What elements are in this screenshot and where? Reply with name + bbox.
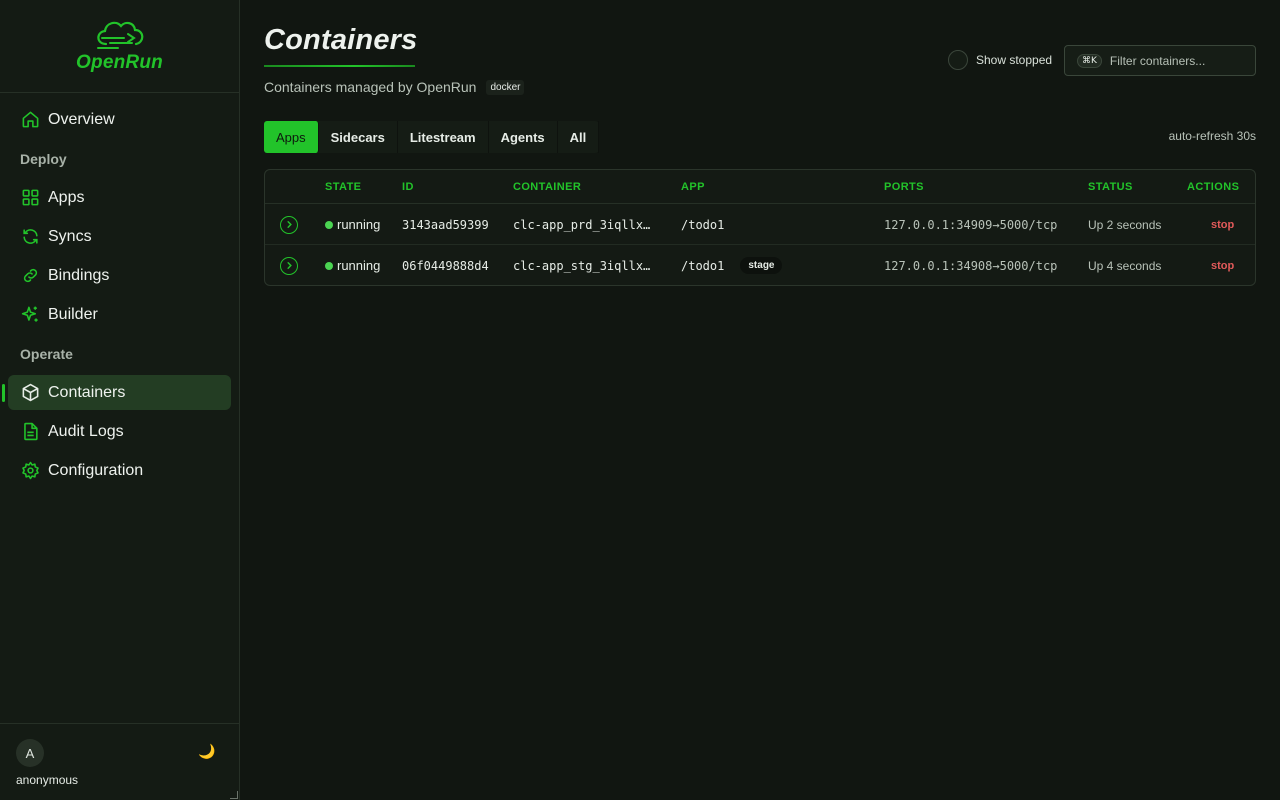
show-stopped-label: Show stopped (976, 53, 1053, 67)
tab-litestream[interactable]: Litestream (398, 121, 489, 153)
sidebar-nav: Overview Deploy Apps Syncs Bindings Buil (0, 93, 239, 488)
sidebar-item-label: Audit Logs (48, 422, 124, 440)
sparkle-icon (20, 305, 40, 325)
column-id: ID (402, 181, 414, 193)
home-icon (20, 110, 40, 130)
expand-row-button[interactable] (280, 245, 298, 285)
column-container: CONTAINER (513, 181, 582, 193)
section-deploy: Deploy (20, 150, 67, 167)
sidebar-item-audit-logs[interactable]: Audit Logs (8, 414, 231, 449)
section-operate: Operate (20, 345, 73, 362)
ports-cell: 127.0.0.1:34908→5000/tcp (884, 258, 1058, 273)
subtitle-text: Containers managed by OpenRun (264, 79, 477, 95)
column-app: APP (681, 181, 705, 193)
link-icon (20, 266, 40, 286)
sidebar-item-label: Containers (48, 383, 126, 401)
containers-table: STATE ID CONTAINER APP PORTS STATUS ACTI… (264, 169, 1256, 286)
state-cell: running (325, 204, 380, 245)
state-cell: running (325, 245, 381, 285)
filter-input[interactable] (1109, 53, 1250, 68)
gear-icon (20, 461, 40, 481)
show-stopped-toggle[interactable]: Show stopped (948, 50, 1052, 70)
sidebar-item-label: Apps (48, 188, 85, 206)
stop-button[interactable]: stop (1211, 245, 1234, 285)
resize-handle[interactable] (230, 791, 238, 799)
stop-button[interactable]: stop (1211, 204, 1234, 245)
app-path: /todo1 (681, 204, 724, 245)
auto-refresh-indicator: auto-refresh 30s (1168, 129, 1256, 143)
chevron-right-icon (280, 256, 298, 275)
brand-logo[interactable]: OpenRun (0, 0, 239, 93)
sidebar-item-syncs[interactable]: Syncs (8, 219, 231, 254)
filter-box[interactable]: ⌘K (1064, 45, 1256, 76)
column-status: STATUS (1088, 181, 1133, 193)
username: anonymous (16, 773, 79, 787)
status-cell: Up 4 seconds (1088, 258, 1162, 273)
moon-icon[interactable]: 🌙 (198, 743, 215, 760)
table-row: running 06f0449888d4 clc-app_stg_3iqllx…… (265, 245, 1255, 285)
ports-cell: 127.0.0.1:34909→5000/tcp (884, 217, 1058, 232)
chevron-right-icon (280, 215, 298, 234)
app-path-text[interactable]: /todo1 (681, 259, 724, 273)
sidebar: OpenRun Overview Deploy Apps Syncs Bindi… (0, 0, 240, 800)
runtime-badge: docker (486, 79, 525, 95)
running-status-dot (325, 261, 333, 270)
sidebar-item-label: Builder (48, 305, 98, 323)
brand-name: OpenRun (76, 52, 163, 73)
sidebar-item-label: Overview (48, 110, 115, 128)
box-icon (20, 383, 40, 403)
sidebar-item-label: Configuration (48, 461, 144, 479)
avatar[interactable]: A (16, 739, 44, 767)
grid-icon (20, 188, 40, 208)
sidebar-item-bindings[interactable]: Bindings (8, 258, 231, 293)
container-name: clc-app_stg_3iqllx… (513, 258, 651, 273)
stage-badge: stage (740, 257, 783, 274)
state-text: running (337, 217, 381, 232)
container-tabs: Apps Sidecars Litestream Agents All (264, 121, 600, 153)
sidebar-item-apps[interactable]: Apps (8, 180, 231, 215)
column-ports: PORTS (884, 181, 924, 193)
expand-row-button[interactable] (280, 204, 298, 245)
sidebar-item-builder[interactable]: Builder (8, 297, 231, 332)
sidebar-item-label: Syncs (48, 227, 92, 245)
page-title: Containers (264, 24, 418, 56)
table-header: STATE ID CONTAINER APP PORTS STATUS ACTI… (265, 170, 1255, 204)
column-state: STATE (325, 181, 362, 193)
user-panel: A anonymous 🌙 (0, 723, 239, 800)
sidebar-item-configuration[interactable]: Configuration (8, 453, 231, 488)
container-name: clc-app_prd_3iqllx… (513, 217, 651, 232)
tab-sidecars[interactable]: Sidecars (319, 121, 398, 153)
tab-all[interactable]: All (558, 121, 600, 153)
page-subtitle: Containers managed by OpenRun docker (264, 79, 525, 95)
container-id: 3143aad59399 (402, 217, 489, 232)
app-path-text[interactable]: /todo1 (681, 218, 724, 232)
sidebar-item-containers[interactable]: Containers (2, 375, 231, 410)
title-underline (264, 65, 415, 67)
running-status-dot (325, 220, 333, 229)
sidebar-item-label: Bindings (48, 266, 110, 284)
tab-agents[interactable]: Agents (489, 121, 558, 153)
show-stopped-checkbox[interactable] (948, 50, 968, 70)
app-path: /todo1 stage (681, 245, 783, 285)
cloud-logo-icon (96, 21, 143, 49)
status-cell: Up 2 seconds (1088, 217, 1162, 232)
column-actions: ACTIONS (1187, 181, 1240, 193)
state-text: running (337, 258, 381, 273)
container-id: 06f0449888d4 (402, 258, 489, 273)
table-row: running 3143aad59399 clc-app_prd_3iqllx…… (265, 204, 1255, 245)
tab-apps[interactable]: Apps (264, 121, 319, 153)
keyboard-shortcut-badge: ⌘K (1077, 53, 1102, 68)
refresh-icon (20, 227, 40, 247)
file-icon (20, 422, 40, 442)
sidebar-item-overview[interactable]: Overview (8, 102, 231, 137)
